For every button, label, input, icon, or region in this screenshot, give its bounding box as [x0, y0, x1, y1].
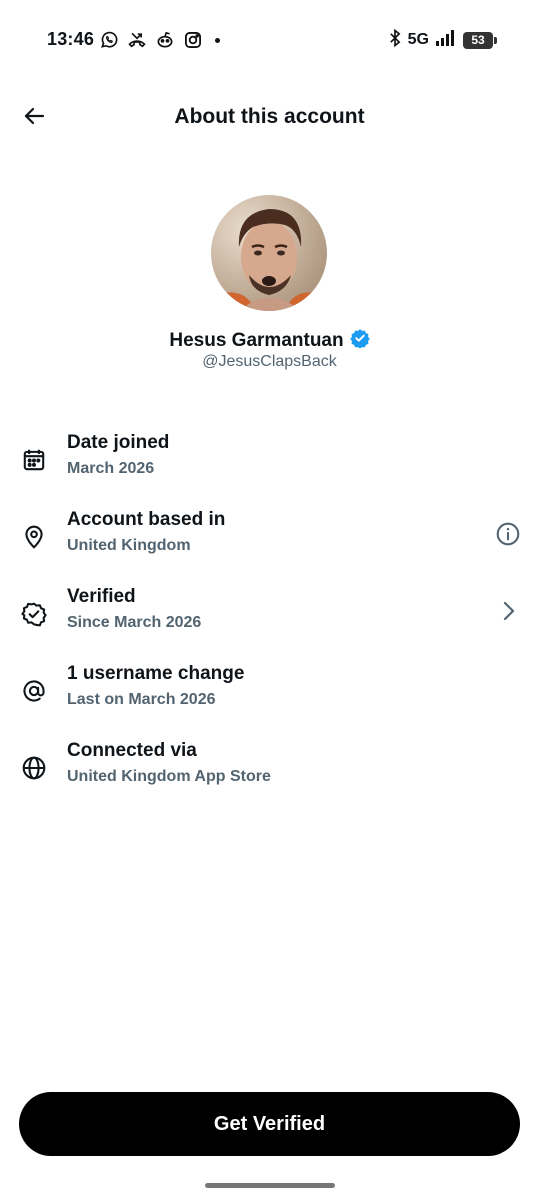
notification-icons: [99, 28, 220, 52]
signal-icon: [435, 29, 457, 52]
status-time: 13:46: [47, 29, 95, 49]
info-verified[interactable]: Verified Since March 2026: [0, 584, 539, 644]
verified-chevron-button[interactable]: [493, 598, 523, 628]
location-pin-icon: [19, 522, 49, 552]
info-username-change: 1 username change Last on March 2026: [0, 661, 539, 721]
bluetooth-icon: [388, 28, 402, 53]
info-date-joined: Date joined March 2026: [0, 430, 539, 490]
page-title: About this account: [174, 105, 365, 128]
missed-call-icon: [127, 30, 147, 50]
verified-badge-icon: [349, 328, 370, 353]
at-sign-icon: [19, 676, 49, 706]
notification-dot: [215, 37, 220, 43]
calendar-icon: [19, 445, 49, 475]
info-connected-via: Connected via United Kingdom App Store: [0, 738, 539, 798]
info-value: United Kingdom: [67, 537, 191, 554]
info-account-based-in: Account based in United Kingdom: [0, 507, 539, 567]
instagram-icon: [183, 30, 203, 50]
info-label: Account based in: [67, 509, 226, 530]
whatsapp-icon: [99, 30, 119, 50]
top-app-bar: About this account: [0, 95, 539, 141]
info-label: Date joined: [67, 432, 170, 453]
status-bar: 13:46 5G 53: [0, 0, 539, 80]
home-indicator[interactable]: [205, 1183, 335, 1188]
info-label: Connected via: [67, 740, 197, 761]
info-value: Last on March 2026: [67, 691, 216, 708]
chevron-right-icon: [496, 599, 520, 628]
info-value: March 2026: [67, 460, 155, 477]
network-type: 5G: [407, 31, 429, 48]
profile-handle: @JesusClapsBack: [202, 353, 337, 370]
info-value: United Kingdom App Store: [67, 768, 271, 785]
profile-name-row: Hesus Garmantuan: [0, 328, 539, 353]
profile-name: Hesus Garmantuan: [169, 329, 344, 351]
info-label: 1 username change: [67, 663, 245, 684]
info-value: Since March 2026: [67, 614, 202, 631]
info-button[interactable]: [493, 521, 523, 551]
info-label: Verified: [67, 586, 136, 607]
get-verified-button[interactable]: Get Verified: [19, 1092, 520, 1156]
system-icons: 5G 53: [388, 28, 497, 53]
info-icon: [495, 521, 521, 552]
avatar: [211, 195, 327, 311]
battery-indicator: 53: [463, 31, 497, 49]
verified-badge-icon: [19, 599, 49, 629]
reddit-icon: [155, 30, 175, 50]
globe-icon: [19, 753, 49, 783]
